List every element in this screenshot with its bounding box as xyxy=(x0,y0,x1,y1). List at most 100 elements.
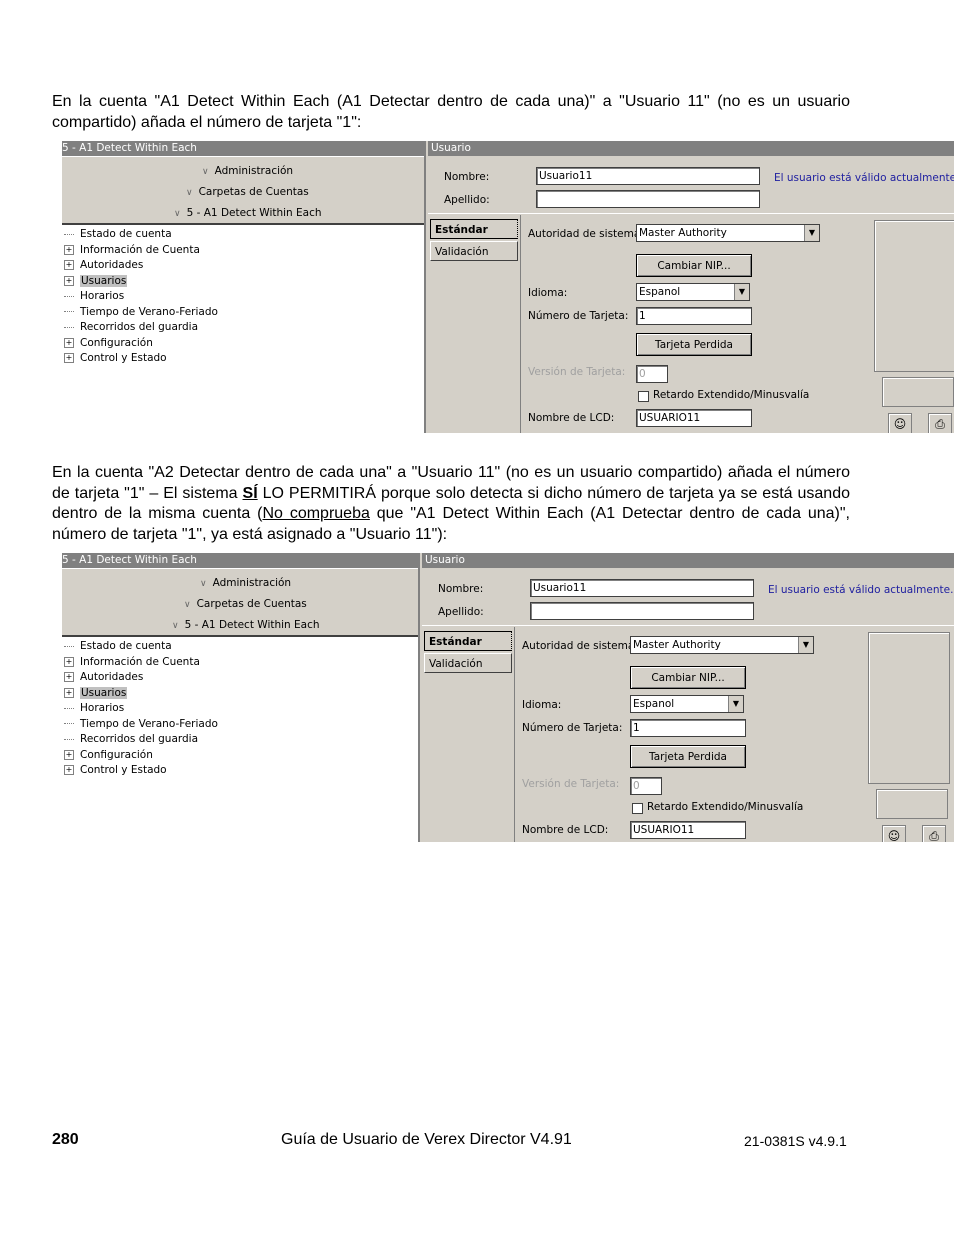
tree-item-label: Configuración xyxy=(80,748,153,761)
tree-item[interactable]: + Control y Estado xyxy=(64,763,418,779)
first-name-label: Nombre: xyxy=(444,171,490,183)
language-label: Idioma: xyxy=(528,287,568,299)
tree-item-label: Usuarios xyxy=(80,274,128,287)
tab-standard[interactable]: Estándar xyxy=(424,631,512,651)
account-tree-panel: 5 - A1 Detect Within Each ∨ Administració… xyxy=(62,141,426,433)
tree-item[interactable]: Horarios xyxy=(64,289,424,305)
tree-item[interactable]: + Control y Estado xyxy=(64,351,424,367)
printer-icon[interactable]: ⎙ xyxy=(928,413,952,433)
user-title-bar: Usuario xyxy=(428,141,954,156)
tree-item[interactable]: Estado de cuenta xyxy=(64,227,424,243)
first-name-field[interactable]: Usuario11 xyxy=(530,579,754,597)
tree-item[interactable]: + Autoridades xyxy=(64,670,418,686)
account-title-bar: 5 - A1 Detect Within Each xyxy=(62,553,418,568)
authority-label: Autoridad de sistema: xyxy=(528,228,644,240)
tree-item[interactable]: + Usuarios xyxy=(64,686,418,702)
expand-icon[interactable]: + xyxy=(64,353,74,363)
tree-item[interactable]: Recorridos del guardia xyxy=(64,732,418,748)
tree-item-label: Estado de cuenta xyxy=(80,640,172,652)
tree-line-icon xyxy=(64,295,74,297)
last-name-label: Apellido: xyxy=(438,606,484,618)
photo-panel xyxy=(868,632,950,784)
expand-icon[interactable]: + xyxy=(64,337,74,348)
user-photo-icon[interactable]: ☺ xyxy=(888,413,912,433)
user-panel: Usuario Nombre: Usuario11 Apellido: El u… xyxy=(422,553,954,842)
tab-column: Estándar Validación xyxy=(428,215,521,433)
tree-item[interactable]: Estado de cuenta xyxy=(64,639,418,655)
nav-administration[interactable]: ∨ Administración xyxy=(202,164,293,179)
expand-icon[interactable]: + xyxy=(64,765,74,775)
tree-item[interactable]: Recorridos del guardia xyxy=(64,320,424,336)
tree-item[interactable]: + Información de Cuenta xyxy=(64,243,424,259)
paragraph-1: En la cuenta "A1 Detect Within Each (A1 … xyxy=(52,93,850,131)
dropdown-arrow-icon[interactable]: ▼ xyxy=(798,637,813,653)
printer-icon[interactable]: ⎙ xyxy=(922,825,946,842)
nav-account[interactable]: ∨ 5 - A1 Detect Within Each xyxy=(174,206,322,221)
language-label: Idioma: xyxy=(522,699,562,711)
authority-select[interactable]: Master Authority ▼ xyxy=(630,636,814,654)
card-number-field[interactable]: 1 xyxy=(630,719,746,737)
lost-card-button[interactable]: Tarjeta Perdida xyxy=(636,333,752,356)
authority-select[interactable]: Master Authority ▼ xyxy=(636,224,820,242)
tree-line-icon xyxy=(64,233,74,235)
last-name-field[interactable] xyxy=(530,602,754,620)
tree-item-label: Información de Cuenta xyxy=(80,243,200,256)
tree-item-label: Recorridos del guardia xyxy=(80,733,199,745)
tree-line-icon xyxy=(64,738,74,740)
extended-delay-checkbox[interactable] xyxy=(638,391,649,402)
lcd-name-field[interactable]: USUARIO11 xyxy=(636,409,752,427)
extended-delay-label: Retardo Extendido/Minusvalía xyxy=(647,801,804,813)
dropdown-arrow-icon[interactable]: ▼ xyxy=(804,225,819,241)
tree-item[interactable]: + Información de Cuenta xyxy=(64,655,418,671)
tree-item[interactable]: + Usuarios xyxy=(64,274,424,290)
tree-item[interactable]: Tiempo de Verano-Feriado xyxy=(64,305,424,321)
tree-line-icon xyxy=(64,707,74,709)
expand-icon[interactable]: + xyxy=(64,656,74,667)
language-select[interactable]: Espanol ▼ xyxy=(630,695,744,713)
tree-item[interactable]: Tiempo de Verano-Feriado xyxy=(64,717,418,733)
tab-validation[interactable]: Validación xyxy=(430,241,518,261)
change-pin-button[interactable]: Cambiar NIP... xyxy=(630,666,746,689)
account-tree-panel: 5 - A1 Detect Within Each ∨ Administració… xyxy=(62,553,420,842)
nav-administration[interactable]: ∨ Administración xyxy=(200,576,291,591)
expand-icon[interactable]: + xyxy=(64,244,74,255)
tree-item[interactable]: + Configuración xyxy=(64,336,424,352)
lost-card-button[interactable]: Tarjeta Perdida xyxy=(630,745,746,768)
tree-item-label: Control y Estado xyxy=(80,352,167,364)
tab-standard[interactable]: Estándar xyxy=(430,219,518,239)
card-version-field[interactable]: 0 xyxy=(630,777,662,795)
tree-item-label: Información de Cuenta xyxy=(80,655,200,668)
paragraph-2: En la cuenta "A2 Detectar dentro de cada… xyxy=(52,464,850,543)
user-title-bar: Usuario xyxy=(422,553,954,568)
nav-account-folders[interactable]: ∨ Carpetas de Cuentas xyxy=(184,597,307,612)
change-pin-button[interactable]: Cambiar NIP... xyxy=(636,254,752,277)
tree-item[interactable]: Horarios xyxy=(64,701,418,717)
nav-account-folders[interactable]: ∨ Carpetas de Cuentas xyxy=(186,185,309,200)
card-version-field[interactable]: 0 xyxy=(636,365,668,383)
tree-line-icon xyxy=(64,645,74,647)
card-version-label: Versión de Tarjeta: xyxy=(522,778,620,790)
tree-item[interactable]: + Configuración xyxy=(64,748,418,764)
nav-account[interactable]: ∨ 5 - A1 Detect Within Each xyxy=(172,618,320,633)
card-number-field[interactable]: 1 xyxy=(636,307,752,325)
tab-validation[interactable]: Validación xyxy=(424,653,512,673)
expand-icon[interactable]: + xyxy=(64,672,74,682)
lcd-name-field[interactable]: USUARIO11 xyxy=(630,821,746,839)
expand-icon[interactable]: + xyxy=(64,275,74,286)
tree-item[interactable]: + Autoridades xyxy=(64,258,424,274)
user-photo-icon[interactable]: ☺ xyxy=(882,825,906,842)
extended-delay-checkbox[interactable] xyxy=(632,803,643,814)
expand-icon[interactable]: + xyxy=(64,749,74,760)
language-select[interactable]: Espanol ▼ xyxy=(636,283,750,301)
first-name-field[interactable]: Usuario11 xyxy=(536,167,760,185)
dropdown-arrow-icon[interactable]: ▼ xyxy=(734,284,749,300)
expand-icon[interactable]: + xyxy=(64,260,74,270)
tree-line-icon xyxy=(64,311,74,312)
tree-item-label: Autoridades xyxy=(80,259,144,271)
expand-icon[interactable]: + xyxy=(64,687,74,698)
last-name-field[interactable] xyxy=(536,190,760,208)
dropdown-arrow-icon[interactable]: ▼ xyxy=(728,696,743,712)
breadcrumb-nav: ∨ Administración ∨ Carpetas de Cuentas ∨ 5 … xyxy=(62,569,418,637)
tree-line-icon xyxy=(64,723,74,724)
last-name-label: Apellido: xyxy=(444,194,490,206)
